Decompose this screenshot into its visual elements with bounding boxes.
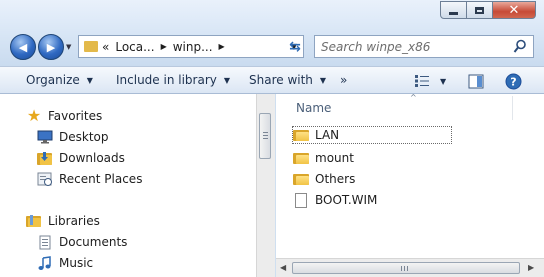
breadcrumb-label[interactable]: winp...: [173, 40, 213, 54]
tree-item-label: Documents: [59, 235, 128, 249]
address-overflow[interactable]: «: [102, 40, 109, 54]
tree-item-label: Music: [59, 256, 94, 270]
column-header-name[interactable]: Name: [296, 101, 331, 115]
file-item-label: Others: [315, 172, 356, 186]
close-icon: ✕: [508, 2, 520, 18]
maximize-button[interactable]: [466, 1, 493, 19]
desktop-icon: [37, 130, 53, 144]
preview-pane-button[interactable]: [468, 72, 484, 90]
search-icon[interactable]: [513, 39, 527, 54]
back-button[interactable]: ◀: [10, 34, 36, 60]
tree-item-desktop[interactable]: Desktop: [37, 128, 109, 146]
recent-places-icon: [37, 172, 52, 186]
folder-icon: [293, 152, 309, 164]
help-button[interactable]: ?: [505, 72, 522, 90]
navigation-pane: ★ Favorites Desktop Downloads Recent Pla…: [0, 94, 256, 277]
file-item-lan[interactable]: LAN: [292, 126, 452, 144]
folder-icon: [293, 129, 309, 141]
more-commands-button[interactable]: »: [340, 73, 347, 87]
tree-item-libraries[interactable]: Libraries: [26, 212, 100, 230]
libraries-icon: [26, 215, 41, 227]
downloads-folder-icon: [37, 151, 52, 165]
chevron-down-icon: ▼: [223, 75, 231, 85]
chevron-down-icon: ▼: [86, 75, 93, 85]
forward-button[interactable]: ▶: [38, 34, 64, 60]
search-box[interactable]: [314, 35, 534, 58]
file-item-mount[interactable]: mount: [293, 149, 354, 167]
forward-arrow-icon: ▶: [46, 40, 56, 54]
help-icon: ?: [505, 73, 522, 89]
breadcrumb-label[interactable]: Loca...: [115, 40, 154, 54]
documents-icon: [39, 235, 51, 249]
recent-pages-dropdown-icon[interactable]: ▼: [66, 43, 71, 51]
organize-button[interactable]: Organize ▼: [26, 73, 93, 87]
tree-item-favorites[interactable]: ★ Favorites: [26, 107, 102, 125]
command-bar: Organize ▼ Include in library ▼ Share wi…: [0, 66, 544, 94]
vertical-scroll-thumb[interactable]: [259, 113, 271, 159]
music-icon: [38, 255, 51, 270]
minimize-button[interactable]: [440, 1, 467, 19]
breadcrumb-arrow-icon[interactable]: ▶: [161, 42, 167, 51]
share-with-button[interactable]: Share with ▼: [249, 73, 326, 87]
more-commands-icon: »: [340, 73, 348, 87]
tree-item-recent-places[interactable]: Recent Places: [37, 170, 142, 188]
chevron-down-icon: ▼: [440, 76, 447, 86]
change-view-button[interactable]: ▼: [414, 72, 446, 90]
file-item-others[interactable]: Others: [293, 170, 355, 188]
tree-item-downloads[interactable]: Downloads: [37, 149, 125, 167]
breadcrumb-segment[interactable]: Loca... ▶: [115, 40, 166, 54]
horizontal-scroll-thumb[interactable]: [292, 262, 520, 274]
minimize-icon: [449, 11, 458, 15]
chevron-down-icon: ▼: [319, 75, 327, 85]
maximize-icon: [475, 6, 484, 14]
file-item-label: BOOT.WIM: [315, 193, 378, 207]
preview-pane-icon: [468, 74, 484, 88]
tree-item-label: Desktop: [59, 130, 109, 144]
tree-item-label: Recent Places: [59, 172, 143, 186]
svg-text:?: ?: [510, 75, 516, 88]
tree-item-label: Downloads: [59, 151, 125, 165]
organize-label: Organize: [26, 73, 80, 87]
file-item-label: LAN: [315, 128, 340, 142]
breadcrumb-arrow-icon[interactable]: ▶: [219, 42, 225, 51]
back-arrow-icon: ◀: [18, 40, 28, 54]
favorites-star-icon: ★: [26, 106, 42, 125]
folder-icon: [84, 41, 98, 52]
share-with-label: Share with: [249, 73, 313, 87]
view-details-icon: [415, 75, 429, 87]
search-input[interactable]: [315, 38, 503, 55]
tree-item-label: Libraries: [48, 214, 100, 228]
breadcrumb-segment[interactable]: winp... ▶: [173, 40, 225, 54]
address-bar[interactable]: « Loca... ▶ winp... ▶ ▼: [78, 35, 304, 58]
sort-ascending-icon: ^: [410, 93, 417, 102]
scroll-right-icon[interactable]: ▶: [528, 263, 534, 272]
file-icon: [295, 192, 307, 208]
file-item-boot-wim[interactable]: BOOT.WIM: [293, 191, 377, 209]
refresh-button[interactable]: ⇆: [283, 36, 307, 57]
close-button[interactable]: ✕: [492, 1, 536, 19]
tree-item-label: Favorites: [48, 109, 103, 123]
include-in-library-label: Include in library: [116, 73, 217, 87]
window-controls: ✕: [440, 1, 536, 19]
tree-item-music[interactable]: Music: [37, 254, 93, 272]
file-item-label: mount: [315, 151, 354, 165]
folder-icon: [293, 173, 309, 185]
column-divider[interactable]: [512, 96, 513, 120]
horizontal-scrollbar[interactable]: ◀ ▶: [276, 258, 544, 277]
refresh-icon: ⇆: [289, 38, 301, 55]
include-in-library-button[interactable]: Include in library ▼: [116, 73, 230, 87]
tree-item-documents[interactable]: Documents: [37, 233, 127, 251]
scroll-left-icon[interactable]: ◀: [280, 263, 286, 272]
